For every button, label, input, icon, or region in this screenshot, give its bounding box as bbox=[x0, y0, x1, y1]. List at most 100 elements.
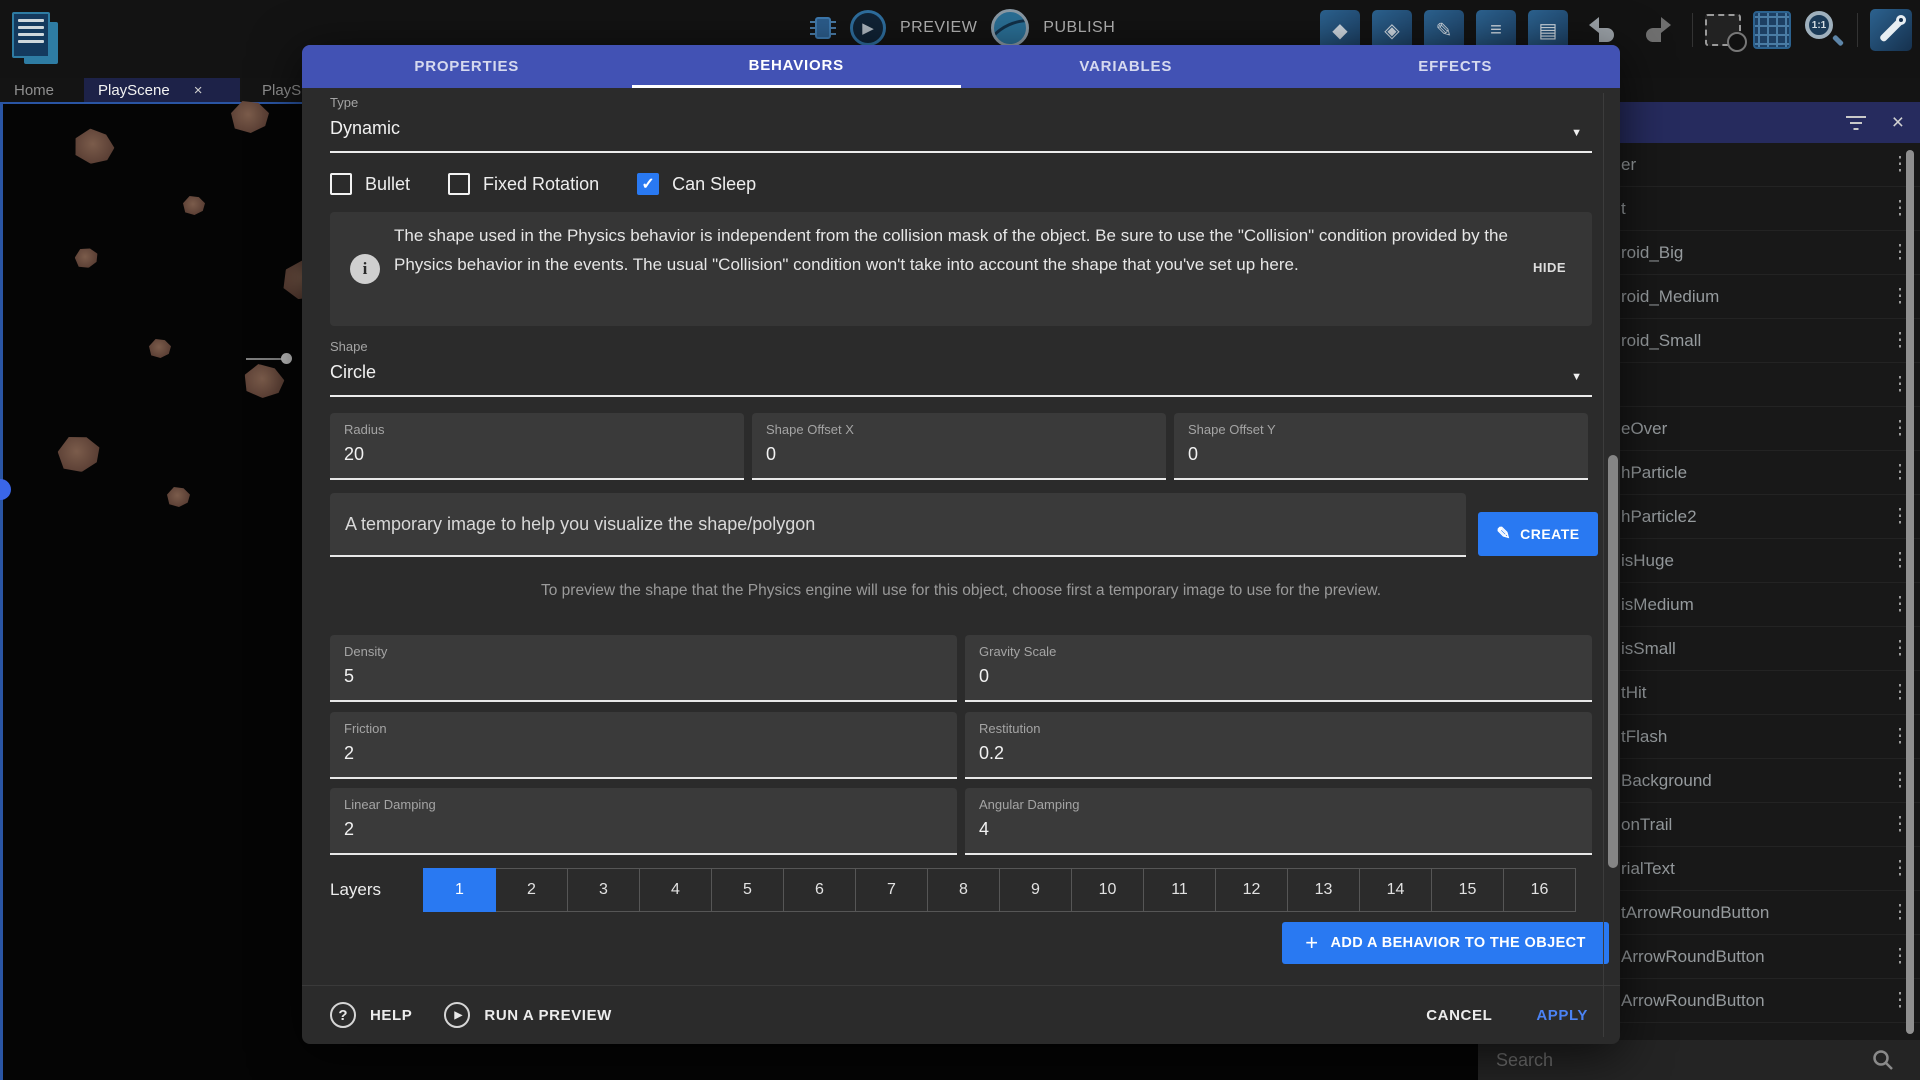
debugger-icon[interactable] bbox=[810, 13, 836, 43]
undo-icon[interactable] bbox=[1580, 10, 1624, 50]
tab-behaviors[interactable]: BEHAVIORS bbox=[632, 45, 962, 88]
item-menu-icon[interactable]: ⋮ bbox=[1880, 725, 1920, 748]
layer-button-14[interactable]: 14 bbox=[1359, 868, 1432, 912]
scene-editor-icon[interactable] bbox=[12, 12, 60, 66]
settings-wrench-icon[interactable] bbox=[1870, 9, 1912, 51]
help-button[interactable]: HELP bbox=[370, 1007, 412, 1024]
item-menu-icon[interactable]: ⋮ bbox=[1880, 945, 1920, 968]
item-menu-icon[interactable]: ⋮ bbox=[1880, 813, 1920, 836]
close-tab-icon[interactable]: × bbox=[194, 82, 203, 99]
add-behavior-button[interactable]: + ADD A BEHAVIOR TO THE OBJECT bbox=[1282, 922, 1609, 964]
item-menu-icon[interactable]: ⋮ bbox=[1880, 153, 1920, 176]
create-button[interactable]: ✎ CREATE bbox=[1478, 512, 1598, 556]
shape-offset-y-field[interactable]: Shape Offset Y 0 bbox=[1174, 413, 1588, 480]
filter-icon[interactable] bbox=[1846, 116, 1866, 130]
layer-button-4[interactable]: 4 bbox=[639, 868, 712, 912]
item-menu-icon[interactable]: ⋮ bbox=[1880, 461, 1920, 484]
shape-offset-x-field[interactable]: Shape Offset X 0 bbox=[752, 413, 1166, 480]
layer-button-10[interactable]: 10 bbox=[1071, 868, 1144, 912]
asteroid-sprite[interactable] bbox=[70, 126, 117, 169]
publish-button[interactable]: PUBLISH bbox=[1043, 19, 1115, 37]
properties-list-icon[interactable]: ≡ bbox=[1476, 10, 1516, 50]
layer-button-3[interactable]: 3 bbox=[567, 868, 640, 912]
layer-button-11[interactable]: 11 bbox=[1143, 868, 1216, 912]
type-select[interactable]: Type Dynamic ▼ bbox=[330, 95, 1592, 153]
cancel-button[interactable]: CANCEL bbox=[1426, 1007, 1492, 1024]
item-menu-icon[interactable]: ⋮ bbox=[1880, 901, 1920, 924]
gravity-scale-field[interactable]: Gravity Scale 0 bbox=[965, 635, 1592, 702]
run-preview-button[interactable]: RUN A PREVIEW bbox=[484, 1007, 612, 1024]
joint-handle[interactable] bbox=[281, 353, 292, 364]
item-menu-icon[interactable]: ⋮ bbox=[1880, 285, 1920, 308]
panel-scrollbar[interactable] bbox=[1906, 150, 1914, 1034]
restitution-field[interactable]: Restitution 0.2 bbox=[965, 712, 1592, 779]
tab-variables[interactable]: VARIABLES bbox=[961, 45, 1291, 88]
zoom-icon[interactable]: 1:1 bbox=[1803, 9, 1845, 51]
layer-button-5[interactable]: 5 bbox=[711, 868, 784, 912]
layers-icon[interactable]: ▤ bbox=[1528, 10, 1568, 50]
asteroid-sprite[interactable] bbox=[149, 339, 171, 358]
item-menu-icon[interactable]: ⋮ bbox=[1880, 857, 1920, 880]
deselect-instances-icon[interactable] bbox=[1705, 14, 1741, 46]
bullet-checkbox[interactable]: Bullet bbox=[330, 173, 410, 195]
tab-properties[interactable]: PROPERTIES bbox=[302, 45, 632, 88]
asteroid-sprite[interactable] bbox=[73, 246, 99, 270]
item-menu-icon[interactable]: ⋮ bbox=[1880, 637, 1920, 660]
layer-button-7[interactable]: 7 bbox=[855, 868, 928, 912]
apply-button[interactable]: APPLY bbox=[1536, 1007, 1588, 1024]
layer-button-16[interactable]: 16 bbox=[1503, 868, 1576, 912]
hide-button[interactable]: HIDE bbox=[1533, 260, 1566, 275]
preview-play-icon[interactable]: ▶ bbox=[850, 10, 886, 46]
tab-playscene[interactable]: PlayScene × bbox=[84, 78, 240, 102]
layer-button-8[interactable]: 8 bbox=[927, 868, 1000, 912]
asteroid-sprite[interactable] bbox=[231, 101, 269, 133]
layer-button-12[interactable]: 12 bbox=[1215, 868, 1288, 912]
item-menu-icon[interactable]: ⋮ bbox=[1880, 417, 1920, 440]
layer-buttons: 1 2 3 4 5 6 7 8 9 10 11 12 13 14 15 16 bbox=[424, 868, 1576, 912]
item-menu-icon[interactable]: ⋮ bbox=[1880, 241, 1920, 264]
item-menu-icon[interactable]: ⋮ bbox=[1880, 197, 1920, 220]
asteroid-sprite[interactable] bbox=[167, 487, 190, 507]
panel-close-icon[interactable]: × bbox=[1892, 112, 1904, 133]
asteroid-sprite[interactable] bbox=[183, 196, 205, 215]
asteroid-sprite[interactable] bbox=[56, 434, 102, 474]
run-preview-icon[interactable]: ▶ bbox=[444, 1002, 470, 1028]
layer-button-9[interactable]: 9 bbox=[999, 868, 1072, 912]
edit-scene-icon[interactable]: ✎ bbox=[1424, 10, 1464, 50]
shape-select[interactable]: Shape Circle ▼ bbox=[330, 339, 1592, 397]
item-menu-icon[interactable]: ⋮ bbox=[1880, 769, 1920, 792]
layer-button-2[interactable]: 2 bbox=[495, 868, 568, 912]
friction-field[interactable]: Friction 2 bbox=[330, 712, 957, 779]
preview-button[interactable]: PREVIEW bbox=[900, 19, 977, 37]
layer-button-1[interactable]: 1 bbox=[423, 868, 496, 912]
radius-field[interactable]: Radius 20 bbox=[330, 413, 744, 480]
density-field[interactable]: Density 5 bbox=[330, 635, 957, 702]
instances-list-icon[interactable]: ◈ bbox=[1372, 10, 1412, 50]
linear-damping-field[interactable]: Linear Damping 2 bbox=[330, 788, 957, 855]
search-input[interactable] bbox=[1478, 1049, 1838, 1072]
tab-home[interactable]: Home bbox=[0, 78, 68, 102]
can-sleep-checkbox[interactable]: ✓ Can Sleep bbox=[637, 173, 756, 195]
item-menu-icon[interactable]: ⋮ bbox=[1880, 681, 1920, 704]
help-icon[interactable]: ? bbox=[330, 1002, 356, 1028]
asteroid-sprite[interactable] bbox=[242, 362, 286, 400]
item-menu-icon[interactable]: ⋮ bbox=[1880, 329, 1920, 352]
item-menu-icon[interactable]: ⋮ bbox=[1880, 373, 1920, 396]
layer-button-6[interactable]: 6 bbox=[783, 868, 856, 912]
angular-damping-field[interactable]: Angular Damping 4 bbox=[965, 788, 1592, 855]
item-menu-icon[interactable]: ⋮ bbox=[1880, 549, 1920, 572]
grid-icon[interactable] bbox=[1753, 11, 1791, 49]
layer-button-13[interactable]: 13 bbox=[1287, 868, 1360, 912]
objects-list-icon[interactable]: ◆ bbox=[1320, 10, 1360, 50]
redo-icon[interactable] bbox=[1636, 10, 1680, 50]
toolbar-separator bbox=[1857, 13, 1858, 47]
item-menu-icon[interactable]: ⋮ bbox=[1880, 989, 1920, 1012]
publish-globe-icon[interactable] bbox=[991, 9, 1029, 47]
layer-button-15[interactable]: 15 bbox=[1431, 868, 1504, 912]
item-menu-icon[interactable]: ⋮ bbox=[1880, 593, 1920, 616]
fixed-rotation-checkbox[interactable]: Fixed Rotation bbox=[448, 173, 599, 195]
temp-image-field[interactable]: A temporary image to help you visualize … bbox=[330, 493, 1466, 557]
tab-effects[interactable]: EFFECTS bbox=[1291, 45, 1621, 88]
dialog-scrollbar-thumb[interactable] bbox=[1608, 455, 1618, 868]
item-menu-icon[interactable]: ⋮ bbox=[1880, 505, 1920, 528]
